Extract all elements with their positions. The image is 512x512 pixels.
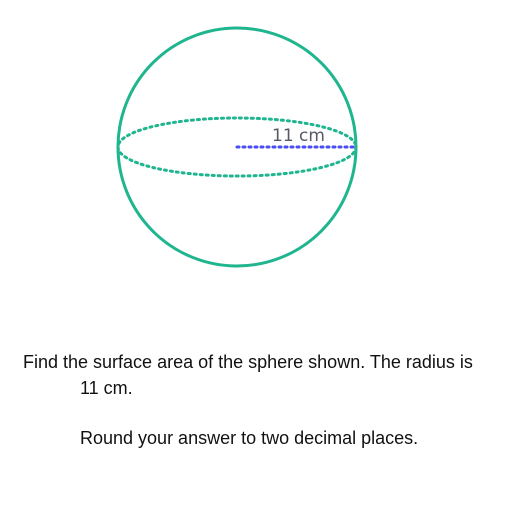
- sphere-diagram: 11 cm: [116, 26, 358, 268]
- radius-label: 11 cm: [272, 126, 325, 146]
- rounding-instruction: Round your answer to two decimal places.: [80, 428, 419, 448]
- question-text-line-1: Find the surface area of the sphere show…: [23, 352, 473, 372]
- question-text-line-2: 11 cm.: [80, 378, 133, 398]
